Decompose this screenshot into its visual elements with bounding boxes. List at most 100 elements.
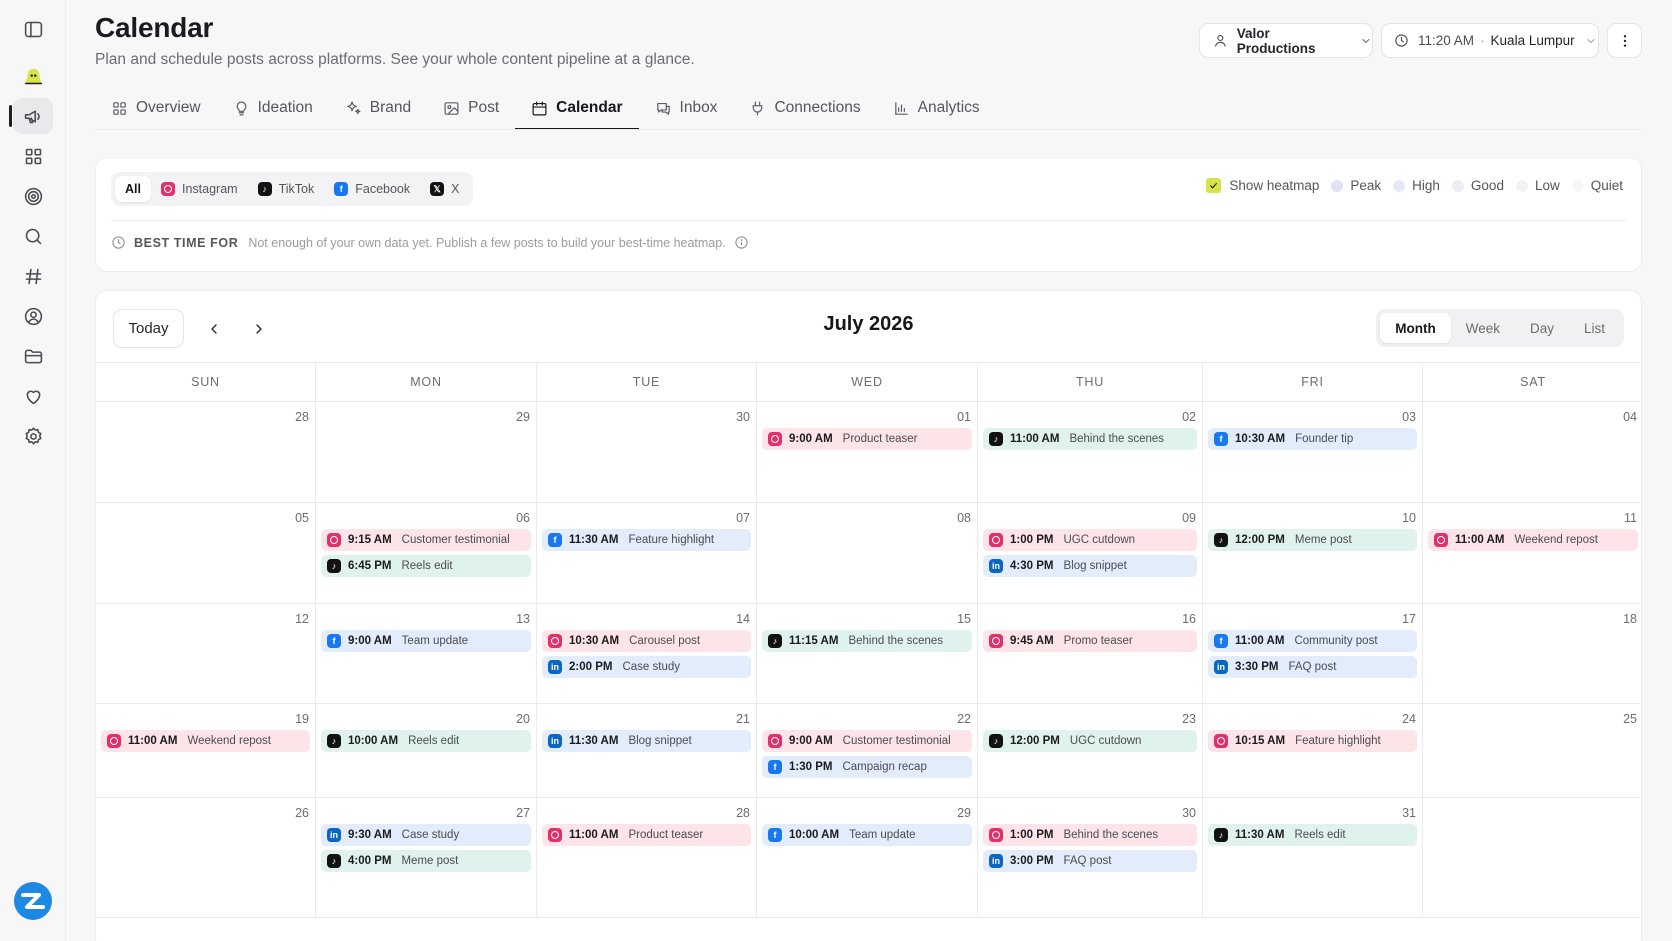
next-month-button[interactable] — [246, 316, 272, 342]
calendar-event[interactable]: ♪ 6:45 PM Reels edit — [321, 555, 531, 577]
sidebar-item-goals[interactable] — [13, 178, 53, 214]
day-cell[interactable]: 25 — [1423, 704, 1641, 797]
calendar-event[interactable]: in 11:30 AM Blog snippet — [542, 730, 751, 752]
day-cell[interactable]: 08 — [757, 503, 978, 603]
day-cell[interactable]: 28 — [96, 402, 316, 502]
day-cell[interactable]: 29 — [316, 402, 537, 502]
day-cell[interactable]: 07 f 11:30 AM Feature highlight — [537, 503, 757, 603]
day-cell[interactable] — [1423, 798, 1641, 917]
tab-connections[interactable]: Connections — [733, 88, 876, 128]
sidebar-item-profile[interactable] — [13, 298, 53, 334]
calendar-event[interactable]: ♪ 11:30 AM Reels edit — [1208, 824, 1417, 846]
day-cell[interactable]: 16 9:45 AM Promo teaser — [978, 604, 1203, 703]
day-cell[interactable]: 03 f 10:30 AM Founder tip — [1203, 402, 1423, 502]
calendar-event[interactable]: in 3:00 PM FAQ post — [983, 850, 1197, 872]
sidebar-toggle-icon[interactable] — [13, 11, 53, 47]
day-cell[interactable]: 28 11:00 AM Product teaser — [537, 798, 757, 917]
tab-inbox[interactable]: Inbox — [639, 88, 734, 128]
filter-chip-instagram[interactable]: Instagram — [151, 176, 248, 202]
sidebar-item-search[interactable] — [13, 218, 53, 254]
show-heatmap-checkbox[interactable] — [1206, 178, 1222, 193]
view-month-button[interactable]: Month — [1380, 313, 1451, 343]
sidebar-item-hashtags[interactable] — [13, 258, 53, 294]
day-cell[interactable]: 29 f 10:00 AM Team update — [757, 798, 978, 917]
day-cell[interactable]: 22 9:00 AM Customer testimonial f 1:30 PM Cam… — [757, 704, 978, 797]
tab-overview[interactable]: Overview — [95, 88, 217, 128]
calendar-event[interactable]: ♪ 12:00 PM Meme post — [1208, 529, 1417, 551]
view-week-button[interactable]: Week — [1451, 313, 1515, 343]
day-cell[interactable]: 30 — [537, 402, 757, 502]
calendar-event[interactable]: ♪ 10:00 AM Reels edit — [321, 730, 531, 752]
tab-analytics[interactable]: Analytics — [877, 88, 996, 128]
day-cell[interactable]: 11 11:00 AM Weekend repost — [1423, 503, 1641, 603]
day-cell[interactable]: 27 in 9:30 AM Case study ♪ 4:00 PM Meme post — [316, 798, 537, 917]
calendar-event[interactable]: in 4:30 PM Blog snippet — [983, 555, 1197, 577]
day-cell[interactable]: 10 ♪ 12:00 PM Meme post — [1203, 503, 1423, 603]
day-cell[interactable]: 24 10:15 AM Feature highlight — [1203, 704, 1423, 797]
calendar-event[interactable]: 9:00 AM Customer testimonial — [762, 730, 972, 752]
filter-chip-facebook[interactable]: f Facebook — [324, 176, 420, 202]
app-logo-icon[interactable] — [12, 880, 54, 922]
calendar-event[interactable]: f 9:00 AM Team update — [321, 630, 531, 652]
calendar-event[interactable]: f 10:30 AM Founder tip — [1208, 428, 1417, 450]
day-cell[interactable]: 15 ♪ 11:15 AM Behind the scenes — [757, 604, 978, 703]
calendar-event[interactable]: f 11:00 AM Community post — [1208, 630, 1417, 652]
calendar-event[interactable]: ♪ 11:15 AM Behind the scenes — [762, 630, 972, 652]
calendar-event[interactable]: in 3:30 PM FAQ post — [1208, 656, 1417, 678]
tab-post[interactable]: Post — [427, 88, 515, 128]
sidebar-item-files[interactable] — [13, 338, 53, 374]
day-cell[interactable]: 05 — [96, 503, 316, 603]
calendar-event[interactable]: 9:45 AM Promo teaser — [983, 630, 1197, 652]
calendar-event[interactable]: 10:30 AM Carousel post — [542, 630, 751, 652]
sidebar-item-marketing[interactable] — [9, 98, 53, 134]
day-cell[interactable]: 06 9:15 AM Customer testimonial ♪ 6:45 PM Ree… — [316, 503, 537, 603]
today-button[interactable]: Today — [113, 309, 184, 348]
calendar-event[interactable]: in 2:00 PM Case study — [542, 656, 751, 678]
tab-brand[interactable]: Brand — [329, 88, 427, 128]
sidebar-item-dashboard[interactable] — [13, 138, 53, 174]
day-cell[interactable]: 09 1:00 PM UGC cutdown in 4:30 PM Blog snippe… — [978, 503, 1203, 603]
sidebar-item-favorites[interactable] — [13, 378, 53, 414]
timezone-selector[interactable]: 11:20 AM · Kuala Lumpur — [1381, 23, 1599, 58]
filter-chip-x[interactable]: 𝕏X — [420, 176, 469, 202]
day-cell[interactable]: 17 f 11:00 AM Community post in 3:30 PM FAQ po… — [1203, 604, 1423, 703]
brand-logo-icon[interactable] — [13, 58, 53, 94]
calendar-event[interactable]: f 1:30 PM Campaign recap — [762, 756, 972, 778]
calendar-event[interactable]: in 9:30 AM Case study — [321, 824, 531, 846]
view-list-button[interactable]: List — [1569, 313, 1620, 343]
calendar-event[interactable]: 11:00 AM Weekend repost — [101, 730, 310, 752]
filter-chip-tiktok[interactable]: ♪ TikTok — [248, 176, 325, 202]
more-options-button[interactable] — [1607, 23, 1642, 58]
sidebar-item-settings[interactable] — [13, 418, 53, 454]
calendar-event[interactable]: 1:00 PM UGC cutdown — [983, 529, 1197, 551]
day-cell[interactable]: 04 — [1423, 402, 1641, 502]
day-cell[interactable]: 26 — [96, 798, 316, 917]
calendar-event[interactable]: ♪ 12:00 PM UGC cutdown — [983, 730, 1197, 752]
workspace-switcher[interactable]: Valor Productions — [1199, 23, 1373, 58]
day-cell[interactable]: 12 — [96, 604, 316, 703]
day-cell[interactable]: 01 9:00 AM Product teaser — [757, 402, 978, 502]
calendar-event[interactable]: 10:15 AM Feature highlight — [1208, 730, 1417, 752]
day-cell[interactable]: 30 1:00 PM Behind the scenes in 3:00 PM FAQ p… — [978, 798, 1203, 917]
day-cell[interactable]: 14 10:30 AM Carousel post in 2:00 PM Case stu… — [537, 604, 757, 703]
tab-ideation[interactable]: Ideation — [217, 88, 329, 128]
calendar-event[interactable]: f 11:30 AM Feature highlight — [542, 529, 751, 551]
tab-calendar[interactable]: Calendar — [515, 88, 639, 130]
view-day-button[interactable]: Day — [1515, 313, 1569, 343]
day-cell[interactable]: 20 ♪ 10:00 AM Reels edit — [316, 704, 537, 797]
day-cell[interactable]: 02 ♪ 11:00 AM Behind the scenes — [978, 402, 1203, 502]
day-cell[interactable]: 18 — [1423, 604, 1641, 703]
calendar-event[interactable]: ♪ 11:00 AM Behind the scenes — [983, 428, 1197, 450]
calendar-event[interactable]: ♪ 4:00 PM Meme post — [321, 850, 531, 872]
calendar-event[interactable]: 11:00 AM Weekend repost — [1428, 529, 1638, 551]
calendar-event[interactable]: f 10:00 AM Team update — [762, 824, 972, 846]
prev-month-button[interactable] — [201, 316, 227, 342]
show-heatmap-label[interactable]: Show heatmap — [1229, 178, 1319, 193]
calendar-event[interactable]: 9:15 AM Customer testimonial — [321, 529, 531, 551]
day-cell[interactable]: 19 11:00 AM Weekend repost — [96, 704, 316, 797]
calendar-event[interactable]: 9:00 AM Product teaser — [762, 428, 972, 450]
day-cell[interactable]: 21 in 11:30 AM Blog snippet — [537, 704, 757, 797]
day-cell[interactable]: 13 f 9:00 AM Team update — [316, 604, 537, 703]
calendar-event[interactable]: 1:00 PM Behind the scenes — [983, 824, 1197, 846]
day-cell[interactable]: 23 ♪ 12:00 PM UGC cutdown — [978, 704, 1203, 797]
